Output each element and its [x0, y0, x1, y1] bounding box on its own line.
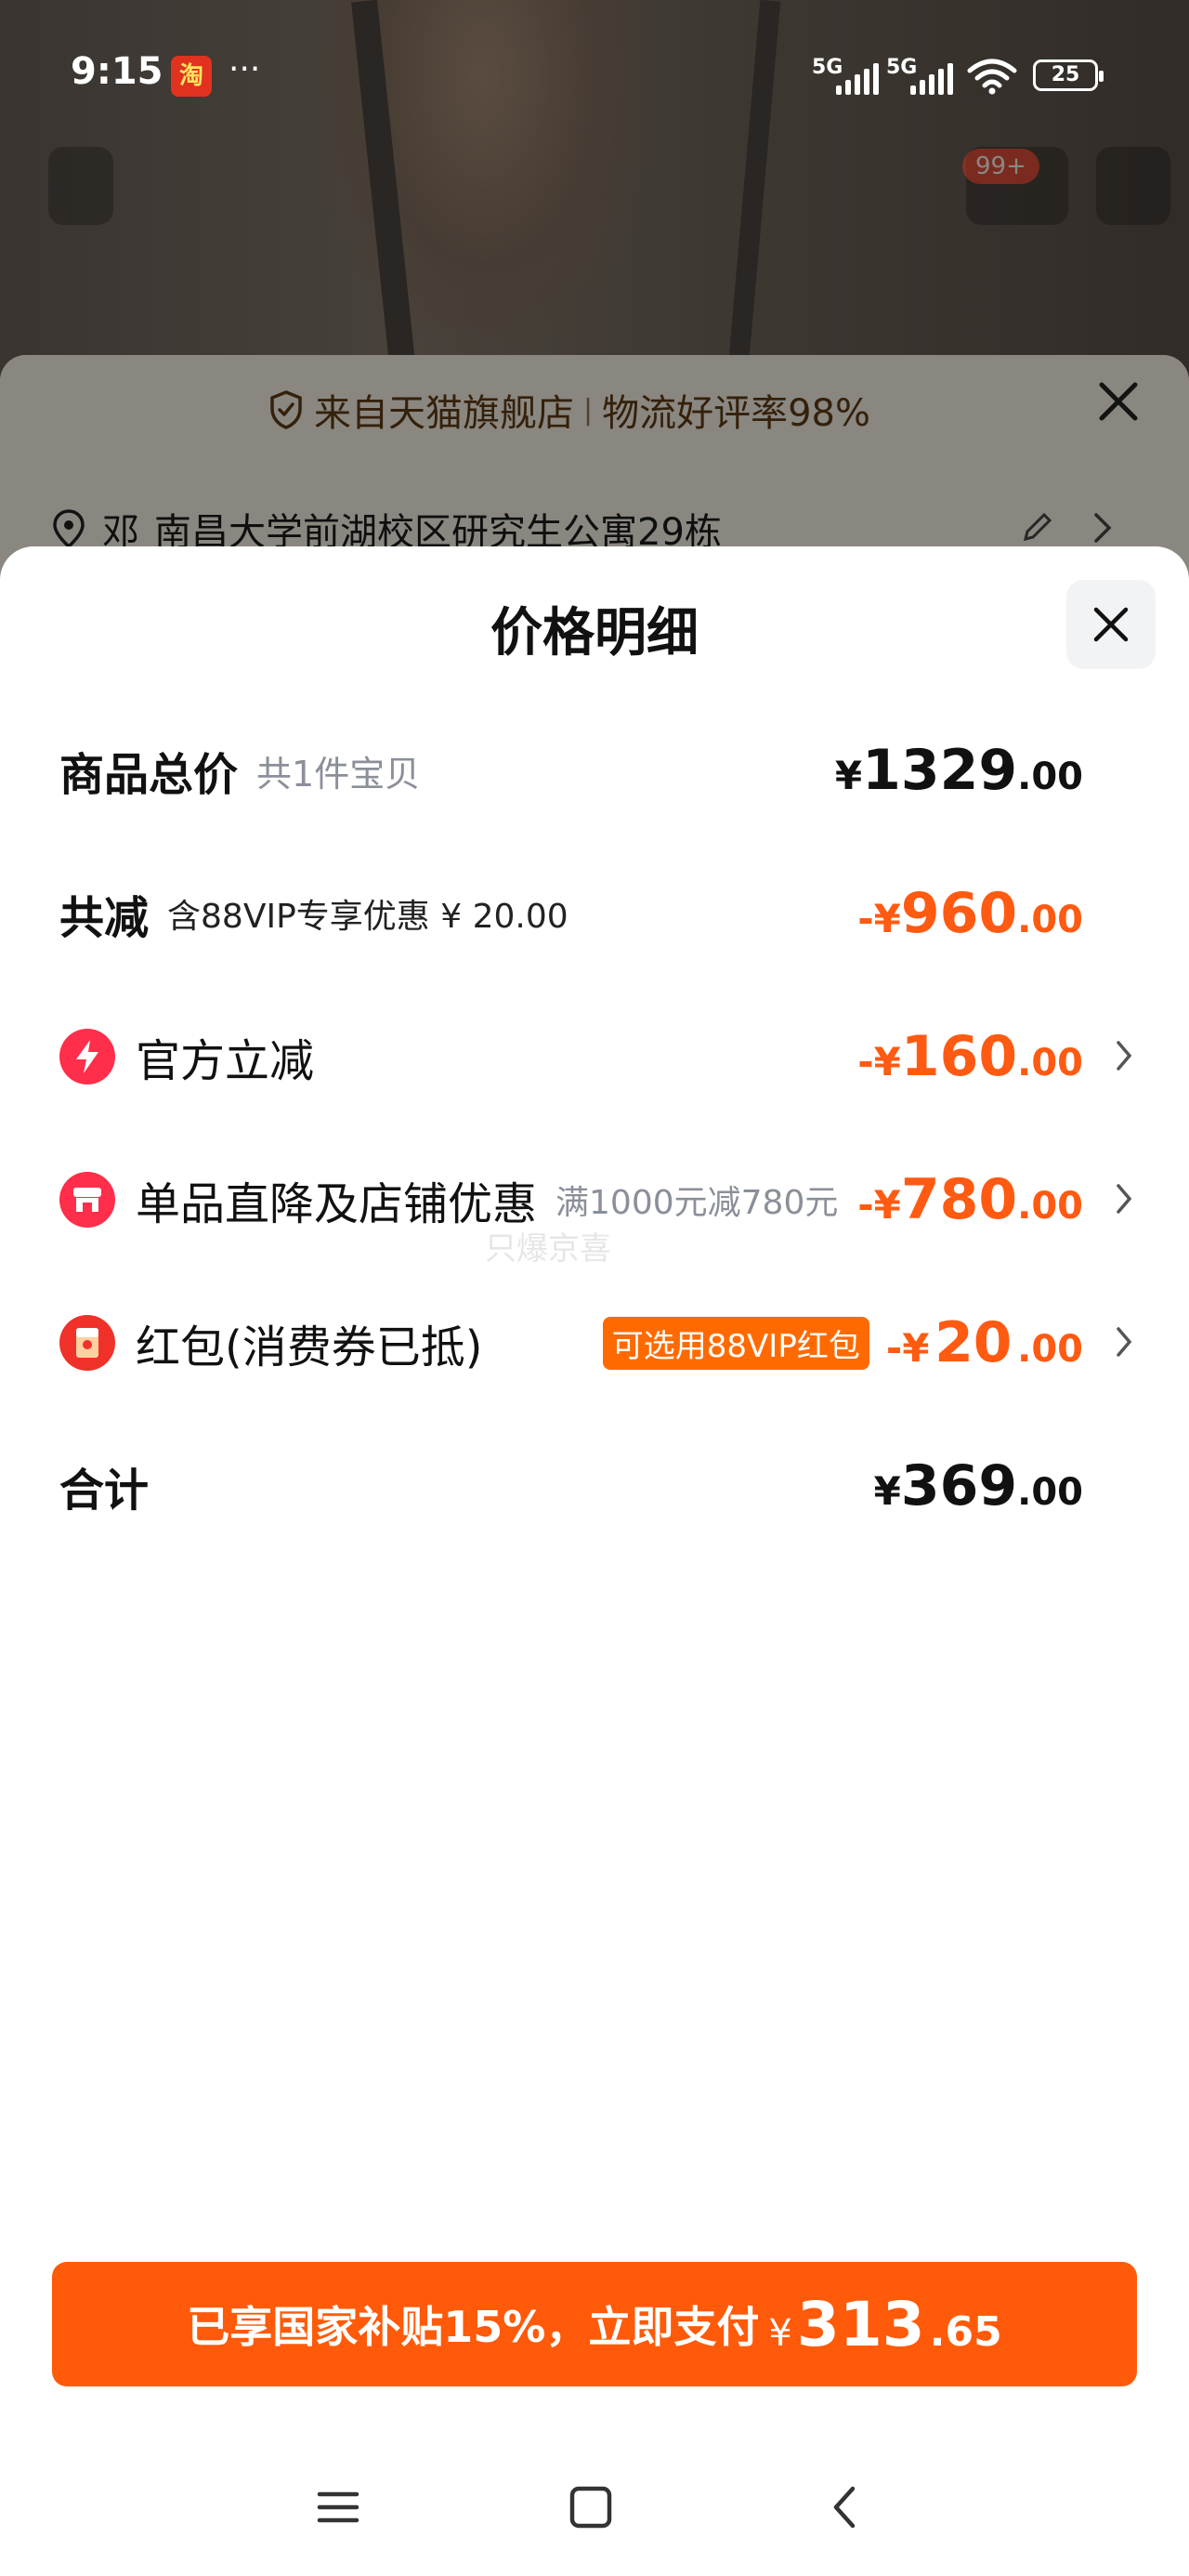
price-integer: 369 [900, 1453, 1018, 1518]
price-decimal: .00 [1017, 1471, 1083, 1514]
watermark: 只爆京喜 [485, 1230, 611, 1268]
red-packet-icon [59, 1315, 115, 1371]
price-integer: 160 [900, 1024, 1018, 1089]
red-packet-price: -¥ 20 .00 [886, 1310, 1083, 1375]
row-label: 合计 [59, 1465, 150, 1517]
row-sub: 共1件宝贝 [256, 753, 421, 795]
battery-icon: 25 [1033, 59, 1104, 91]
row-label: 官方立减 [136, 1035, 315, 1087]
red-packet-value: 可选用88VIP红包 -¥ 20 .00 [602, 1310, 1083, 1375]
currency-symbol: -¥ [857, 1039, 901, 1084]
vip-red-packet-tag[interactable]: 可选用88VIP红包 [602, 1316, 869, 1370]
row-label: 红包(消费券已抵) [136, 1321, 483, 1373]
currency-symbol: ¥ [768, 2311, 792, 2355]
currency-symbol: ¥ [873, 1468, 901, 1514]
price-integer: 20 [934, 1310, 1013, 1375]
sheet-title: 价格明细 [490, 603, 699, 664]
cart-count-badge: 99+ [962, 149, 1039, 184]
store-icon [59, 1172, 115, 1228]
row-label: 商品总价 [59, 749, 239, 801]
close-sheet-button[interactable] [1066, 580, 1156, 669]
row-total-discount: 共减 含88VIP专享优惠 ¥ 20.00 -¥ 960 .00 [59, 872, 1128, 955]
price-integer: 313 [796, 2288, 925, 2360]
official-discount-price: -¥ 160 .00 [857, 1024, 1083, 1089]
back-button [48, 147, 113, 225]
signal-strength-icon [836, 59, 879, 95]
currency-symbol: -¥ [857, 1182, 901, 1228]
price-integer: 1329 [862, 738, 1018, 803]
pay-now-button[interactable]: 已享国家补贴15%，立即支付 ¥ 313 .65 [52, 2262, 1137, 2386]
system-navigation-bar [0, 2435, 1189, 2576]
row-label: 单品直降及店铺优惠 [136, 1178, 538, 1230]
chevron-right-icon [1117, 1327, 1132, 1357]
notification-more-icon: ··· [229, 50, 261, 88]
lightning-icon [59, 1029, 115, 1084]
menu-icon[interactable] [310, 2479, 366, 2535]
wifi-icon [967, 59, 1017, 95]
price-decimal: .00 [1017, 1185, 1083, 1228]
row-sub: 含88VIP专享优惠 ¥ 20.00 [167, 898, 568, 936]
home-icon[interactable] [563, 2479, 619, 2535]
price-decimal: .65 [929, 2307, 1002, 2356]
price-decimal: .00 [1017, 1042, 1083, 1084]
row-sum: 合计 ¥ 369 .00 [59, 1444, 1128, 1528]
row-label: 共减 [59, 892, 150, 944]
pay-button-label: 已享国家补贴15%，立即支付 [187, 2302, 760, 2352]
currency-symbol: ¥ [834, 753, 863, 798]
price-integer: 960 [900, 881, 1018, 946]
row-official-discount[interactable]: 官方立减 -¥ 160 .00 [59, 1015, 1132, 1098]
row-sub: 满1000元减780元 [555, 1184, 839, 1222]
price-integer: 780 [900, 1167, 1018, 1232]
signal-strength-icon [910, 59, 953, 95]
price-decimal: .00 [1017, 899, 1083, 941]
taobao-app-icon: 淘 [171, 56, 212, 97]
status-time: 9:15 [71, 50, 163, 93]
row-red-packet[interactable]: 红包(消费券已抵) 可选用88VIP红包 -¥ 20 .00 [59, 1301, 1132, 1385]
chevron-right-icon [1117, 1184, 1132, 1214]
status-bar: 9:15 淘 ··· 5G 5G 25 [0, 0, 1189, 121]
more-button [1096, 147, 1170, 225]
total-discount-price: -¥ 960 .00 [857, 881, 1083, 946]
price-decimal: .00 [1017, 756, 1083, 798]
chevron-right-icon [1117, 1041, 1132, 1071]
item-total-price: ¥ 1329 .00 [835, 738, 1083, 803]
back-icon[interactable] [817, 2479, 873, 2535]
sum-price: ¥ 369 .00 [874, 1453, 1083, 1518]
row-item-total: 商品总价 共1件宝贝 ¥ 1329 .00 [59, 729, 1128, 812]
currency-symbol: -¥ [857, 896, 901, 941]
close-icon [1093, 607, 1129, 642]
price-decimal: .00 [1017, 1328, 1083, 1371]
pay-button-price: ¥ 313 .65 [768, 2289, 1001, 2360]
currency-symbol: -¥ [885, 1325, 930, 1371]
store-discount-price: -¥ 780 .00 [857, 1167, 1083, 1232]
